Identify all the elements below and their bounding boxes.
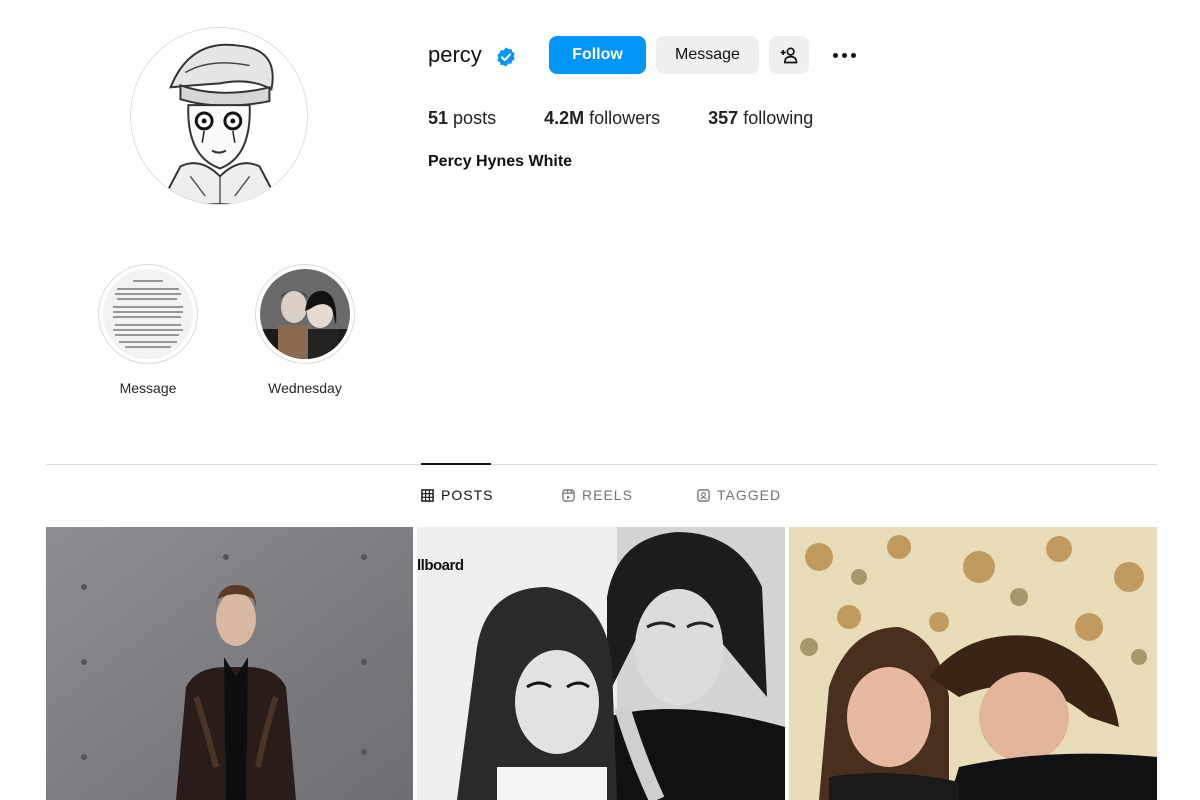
follow-button[interactable]: Follow [549,36,646,74]
couple-photo-thumbnail [260,269,350,359]
highlight-cover [98,264,198,364]
posts-stat: 51 posts [428,108,497,128]
highlight-wednesday[interactable]: Wednesday [255,264,355,396]
post-thumbnail[interactable]: llboard [417,527,785,800]
followers-stat[interactable]: 4.2M followers [544,108,660,129]
reels-icon [562,488,575,502]
tabs-divider [46,464,1157,465]
more-dots-icon [832,52,838,58]
profile-stats: 51 posts 4.2M followers 357 following [428,108,861,129]
active-tab-indicator [421,463,491,465]
photo-couple-floral-curtain [789,527,1157,800]
text-document-thumbnail [103,269,193,359]
tab-reels[interactable]: REELS [562,487,633,503]
tab-posts[interactable]: POSTS [421,487,493,503]
highlight-message[interactable]: Message [98,264,198,396]
add-person-icon [780,47,798,64]
message-button[interactable]: Message [656,36,759,74]
profile-avatar[interactable] [130,27,308,205]
highlight-label: Wednesday [268,380,342,396]
profile-username: percy [428,42,482,67]
profile-full-name: Percy Hynes White [428,153,573,170]
following-stat[interactable]: 357 following [708,108,813,129]
avatar-illustration [131,28,307,204]
tagged-icon [697,488,710,502]
post-thumbnail[interactable] [46,527,413,800]
tab-tagged[interactable]: TAGGED [697,487,781,503]
verified-badge-icon [497,47,515,67]
suggested-accounts-button[interactable] [769,36,809,74]
grid-icon [421,488,434,502]
highlight-cover [255,264,355,364]
photo-black-and-white-couple [417,527,785,800]
photo-man-sheer-shirt [46,527,413,800]
post-watermark: llboard [417,557,464,574]
highlight-label: Message [119,380,177,396]
post-thumbnail[interactable] [789,527,1157,800]
more-options-button[interactable] [826,36,862,74]
